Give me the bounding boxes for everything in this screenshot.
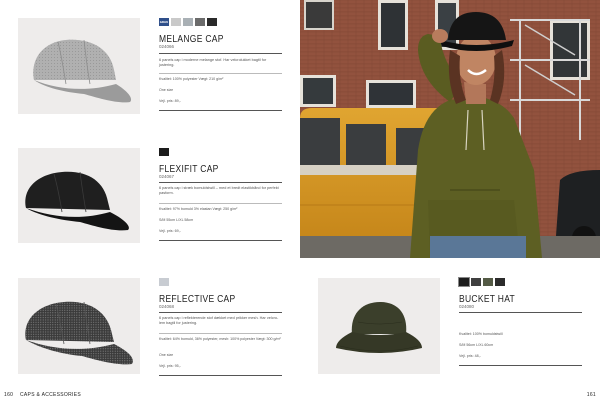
divider [159,312,282,313]
divider [159,375,282,376]
melange-cap-image [18,18,140,114]
swatch[interactable] [495,278,505,286]
bucket-hat-illustration [336,302,422,353]
product-description: 6 panels cap i moderne melange stof. Har… [159,58,267,68]
product-price: Vejl. pris: 95,- [159,364,181,368]
section-title: CAPS & ACCESSORIES [20,392,81,398]
swatch[interactable] [471,278,481,286]
swatch[interactable] [159,278,169,286]
product-size: One size [159,353,174,357]
reflective-cap-image [18,278,140,374]
bucket-hat-image [318,278,440,374]
product-material: Kvalitet: 97% bomuld 3% elastan Vægt: 25… [159,207,238,211]
footer-left: 160 CAPS & ACCESSORIES [4,392,81,398]
product-material: Kvalitet: 64% bomuld, 36% polyester, mes… [159,337,281,341]
swatch[interactable] [458,277,470,287]
product-price: Vejl. pris: 89,- [159,99,181,103]
product-size: One size [159,88,174,92]
product-title: MELANGE CAP [159,33,224,45]
product-material: Kvalitet: 100% polyester Vægt: 210 g/m² [159,77,224,81]
swatch[interactable]: GRAU [159,18,169,26]
reflective-color-swatches [159,278,169,286]
divider [159,240,282,241]
product-price: Vejl. pris: 48,- [459,354,481,358]
bucket-color-swatches [458,277,505,287]
product-title: FLEXIFIT CAP [159,163,219,175]
flexifit-color-swatches [159,148,169,156]
product-description: 6 panels cap i stræk bomuldstwill – med … [159,186,279,196]
divider [159,182,282,183]
product-description: 6 panels cap i reflekterende stof dækket… [159,316,279,326]
divider [159,73,282,74]
product-code: 024068 [159,304,175,309]
flexifit-cap-image [18,148,140,243]
lifestyle-photo-illustration [300,0,600,258]
swatch[interactable] [159,148,169,156]
divider [159,110,282,111]
swatch[interactable] [483,278,493,286]
reflective-cap-illustration [25,301,133,365]
product-code: 024080 [459,304,475,309]
melange-cap-illustration [33,39,132,103]
swatch[interactable] [195,18,205,26]
divider [159,53,282,54]
product-title: BUCKET HAT [459,293,516,305]
product-title: REFLECTIVE CAP [159,293,236,305]
page-number-left: 160 [4,392,14,398]
product-size: S/M 56cm L/XL 60cm [459,343,494,347]
flexifit-cap-illustration [25,171,129,231]
swatch[interactable] [207,18,217,26]
product-material: Kvalitet: 100% bomuldstwill [459,332,503,336]
product-code: 024067 [159,174,175,179]
swatch[interactable] [171,18,181,26]
footer-right: 161 [587,392,596,398]
divider [159,333,282,334]
melange-color-swatches: GRAU [159,18,217,26]
swatch[interactable] [183,18,193,26]
divider [459,365,582,366]
page-number-right: 161 [586,392,596,398]
lifestyle-photo [300,0,600,258]
product-size: S/M 55cm L/XL 58cm [159,218,194,222]
product-price: Vejl. pris: 69,- [159,229,181,233]
divider [159,203,282,204]
divider [459,312,582,313]
product-code: 024066 [159,44,175,49]
